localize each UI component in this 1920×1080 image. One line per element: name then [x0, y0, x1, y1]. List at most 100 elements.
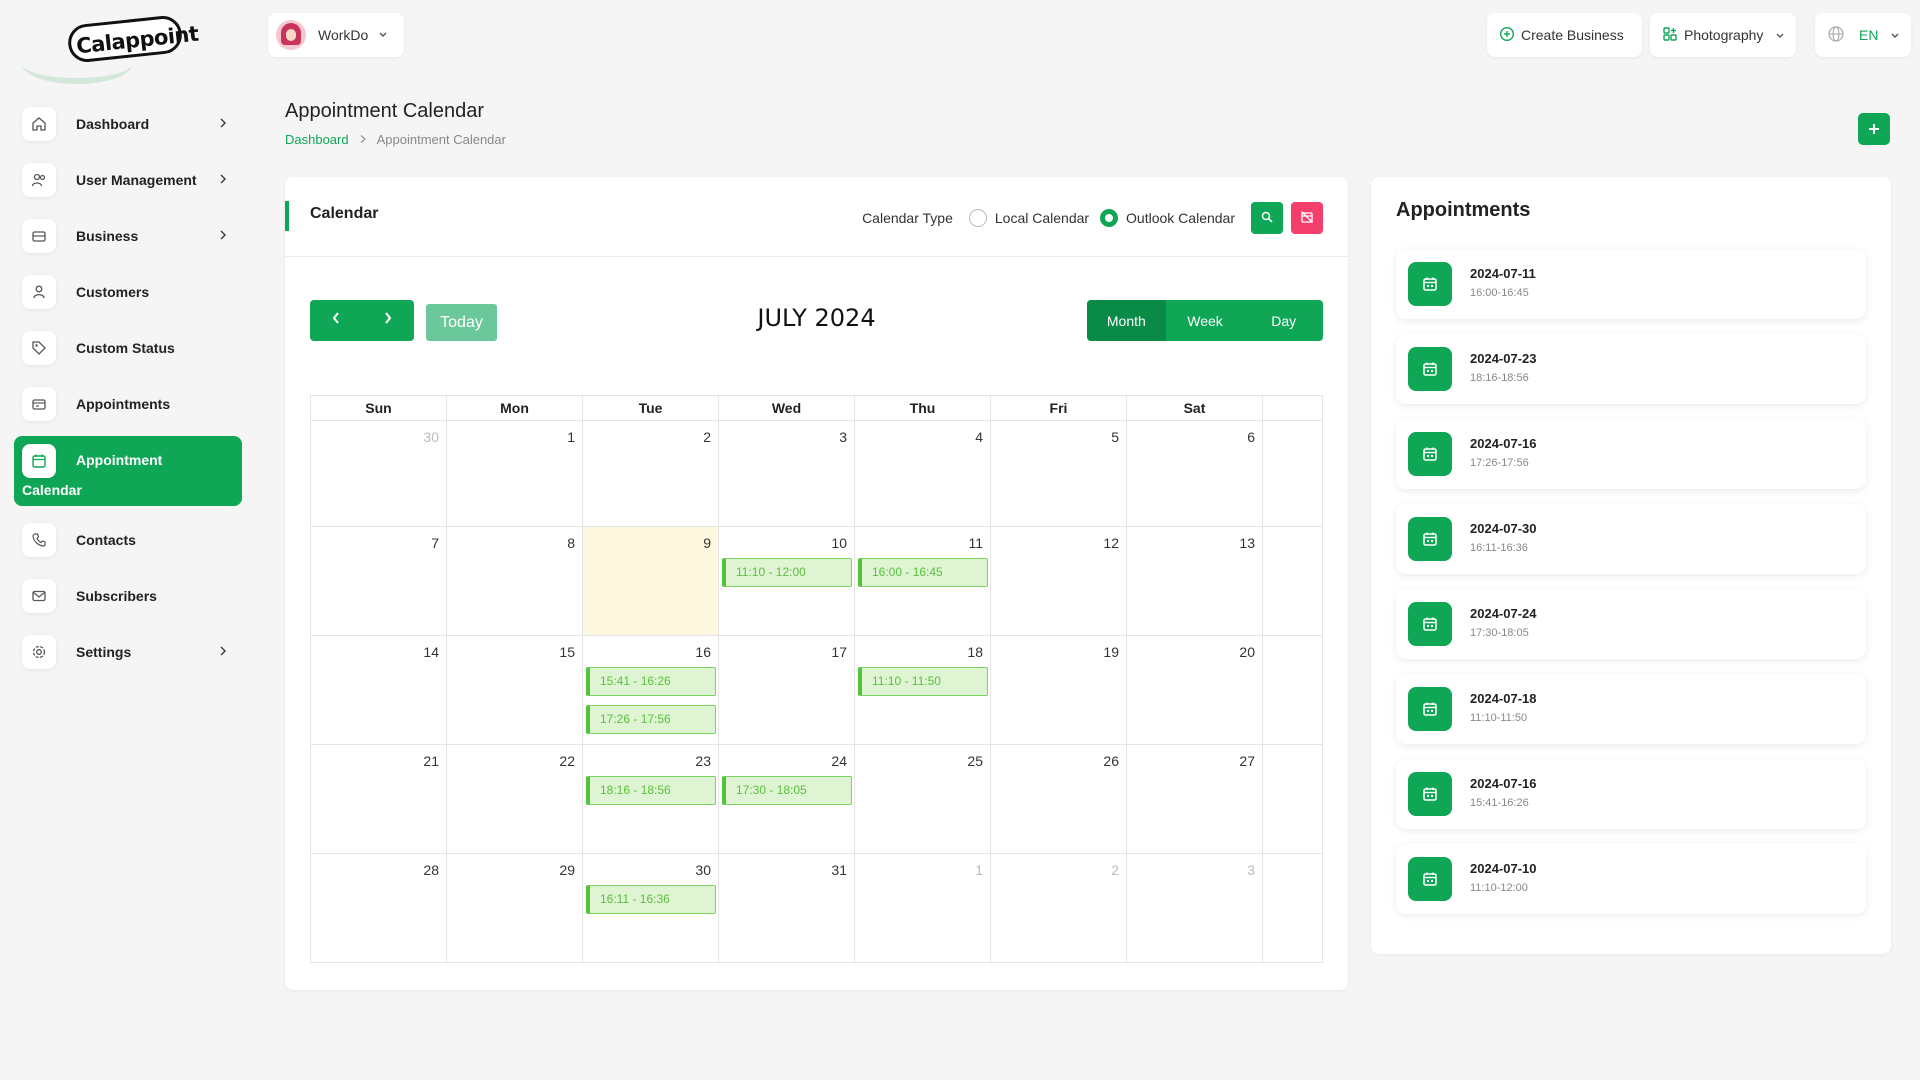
sidebar-item-custom-status[interactable]: Custom Status [14, 320, 242, 376]
calendar-day-cell[interactable]: 29 [447, 854, 583, 962]
day-number[interactable]: 1 [975, 862, 983, 878]
calendar-day-cell[interactable]: 18 11:10 - 11:50 [855, 636, 991, 744]
day-number[interactable]: 21 [423, 753, 439, 769]
calendar-day-cell[interactable]: 30 [311, 421, 447, 526]
calendar-day-cell[interactable]: 3 [719, 421, 855, 526]
day-number[interactable]: 27 [1239, 753, 1255, 769]
calendar-day-cell[interactable]: 2 [583, 421, 719, 526]
sidebar-item-settings[interactable]: Settings [14, 624, 242, 680]
calendar-day-cell[interactable]: 7 [311, 527, 447, 635]
calendar-day-cell[interactable]: 19 [991, 636, 1127, 744]
sidebar-item-appointment-calendar[interactable]: Appointment Calendar [14, 436, 242, 506]
calendar-day-cell[interactable]: 4 [855, 421, 991, 526]
day-number[interactable]: 8 [567, 535, 575, 551]
day-number[interactable]: 3 [1247, 862, 1255, 878]
calendar-day-cell[interactable]: 11 16:00 - 16:45 [855, 527, 991, 635]
user-menu[interactable]: WorkDo [268, 13, 404, 57]
day-number[interactable]: 13 [1239, 535, 1255, 551]
clear-filter-button[interactable] [1291, 202, 1323, 234]
calendar-day-cell[interactable]: 27 [1127, 745, 1263, 853]
calendar-day-cell[interactable]: 31 [719, 854, 855, 962]
calendar-day-cell[interactable]: 30 16:11 - 16:36 [583, 854, 719, 962]
day-number[interactable]: 11 [968, 535, 983, 551]
day-view-button[interactable]: Day [1244, 300, 1323, 341]
calendar-day-cell-today[interactable]: 9 [583, 527, 719, 635]
day-number[interactable]: 26 [1103, 753, 1119, 769]
appointment-list-item[interactable]: 2024-07-11 16:00-16:45 [1396, 249, 1866, 319]
calendar-day-cell[interactable]: 26 [991, 745, 1127, 853]
calendar-day-cell[interactable]: 17 [719, 636, 855, 744]
appointment-list-item[interactable]: 2024-07-23 18:16-18:56 [1396, 334, 1866, 404]
appointment-list-item[interactable]: 2024-07-10 11:10-12:00 [1396, 844, 1866, 914]
calendar-day-cell[interactable]: 6 [1127, 421, 1263, 526]
sidebar-item-appointments[interactable]: Appointments [14, 376, 242, 432]
calendar-day-cell[interactable]: 5 [991, 421, 1127, 526]
calendar-day-cell[interactable]: 20 [1127, 636, 1263, 744]
calendar-day-cell[interactable]: 1 [855, 854, 991, 962]
day-number[interactable]: 16 [695, 644, 711, 660]
appointment-list-item[interactable]: 2024-07-24 17:30-18:05 [1396, 589, 1866, 659]
calendar-day-cell[interactable]: 8 [447, 527, 583, 635]
calendar-day-cell[interactable]: 25 [855, 745, 991, 853]
calendar-day-cell[interactable]: 10 11:10 - 12:00 [719, 527, 855, 635]
prev-month-button[interactable] [310, 300, 362, 341]
calendar-day-cell[interactable]: 2 [991, 854, 1127, 962]
day-number[interactable]: 23 [695, 753, 711, 769]
day-number[interactable]: 31 [831, 862, 847, 878]
day-number[interactable]: 14 [423, 644, 439, 660]
day-number[interactable]: 6 [1247, 429, 1255, 445]
today-button[interactable]: Today [426, 304, 497, 341]
day-number[interactable]: 12 [1103, 535, 1119, 551]
calendar-day-cell[interactable]: 13 [1127, 527, 1263, 635]
day-number[interactable]: 4 [975, 429, 983, 445]
day-number[interactable]: 5 [1111, 429, 1119, 445]
calendar-day-cell[interactable]: 23 18:16 - 18:56 [583, 745, 719, 853]
day-number[interactable]: 10 [831, 535, 847, 551]
calendar-event[interactable]: 18:16 - 18:56 [586, 776, 716, 805]
sidebar-item-dashboard[interactable]: Dashboard [14, 96, 242, 152]
language-select[interactable]: EN [1815, 13, 1911, 57]
day-number[interactable]: 24 [831, 753, 847, 769]
business-select[interactable]: Photography [1650, 13, 1796, 57]
calendar-day-cell[interactable]: 3 [1127, 854, 1263, 962]
calendar-day-cell[interactable]: 28 [311, 854, 447, 962]
day-number[interactable]: 30 [423, 429, 439, 445]
local-calendar-radio[interactable] [968, 209, 987, 227]
sidebar-item-business[interactable]: Business [14, 208, 242, 264]
local-calendar-label[interactable]: Local Calendar [995, 210, 1089, 226]
search-button[interactable] [1251, 202, 1283, 234]
calendar-event[interactable]: 17:26 - 17:56 [586, 705, 716, 734]
appointment-list-item[interactable]: 2024-07-16 17:26-17:56 [1396, 419, 1866, 489]
day-number[interactable]: 29 [559, 862, 575, 878]
outlook-calendar-radio[interactable] [1100, 209, 1119, 227]
appointment-list-item[interactable]: 2024-07-18 11:10-11:50 [1396, 674, 1866, 744]
calendar-event[interactable]: 15:41 - 16:26 [586, 667, 716, 696]
day-number[interactable]: 9 [703, 535, 711, 551]
create-business-button[interactable]: Create Business [1487, 13, 1642, 57]
day-number[interactable]: 25 [967, 753, 983, 769]
calendar-day-cell[interactable]: 22 [447, 745, 583, 853]
appointment-list-item[interactable]: 2024-07-30 16:11-16:36 [1396, 504, 1866, 574]
day-number[interactable]: 17 [831, 644, 847, 660]
week-view-button[interactable]: Week [1166, 300, 1245, 341]
appointment-list-item[interactable]: 2024-07-16 15:41-16:26 [1396, 759, 1866, 829]
calendar-day-cell[interactable]: 21 [311, 745, 447, 853]
month-view-button[interactable]: Month [1087, 300, 1166, 341]
calendar-day-cell[interactable]: 24 17:30 - 18:05 [719, 745, 855, 853]
day-number[interactable]: 1 [567, 429, 575, 445]
day-number[interactable]: 30 [695, 862, 711, 878]
calendar-day-cell[interactable]: 15 [447, 636, 583, 744]
calendar-event[interactable]: 16:00 - 16:45 [858, 558, 988, 587]
day-number[interactable]: 18 [967, 644, 983, 660]
day-number[interactable]: 2 [703, 429, 711, 445]
sidebar-item-contacts[interactable]: Contacts [14, 512, 242, 568]
sidebar-item-subscribers[interactable]: Subscribers [14, 568, 242, 624]
calendar-day-cell[interactable]: 14 [311, 636, 447, 744]
day-number[interactable]: 19 [1103, 644, 1119, 660]
day-number[interactable]: 2 [1111, 862, 1119, 878]
add-appointment-button[interactable] [1858, 113, 1890, 145]
outlook-calendar-label[interactable]: Outlook Calendar [1126, 210, 1235, 226]
day-number[interactable]: 28 [423, 862, 439, 878]
calendar-event[interactable]: 17:30 - 18:05 [722, 776, 852, 805]
calendar-event[interactable]: 11:10 - 12:00 [722, 558, 852, 587]
